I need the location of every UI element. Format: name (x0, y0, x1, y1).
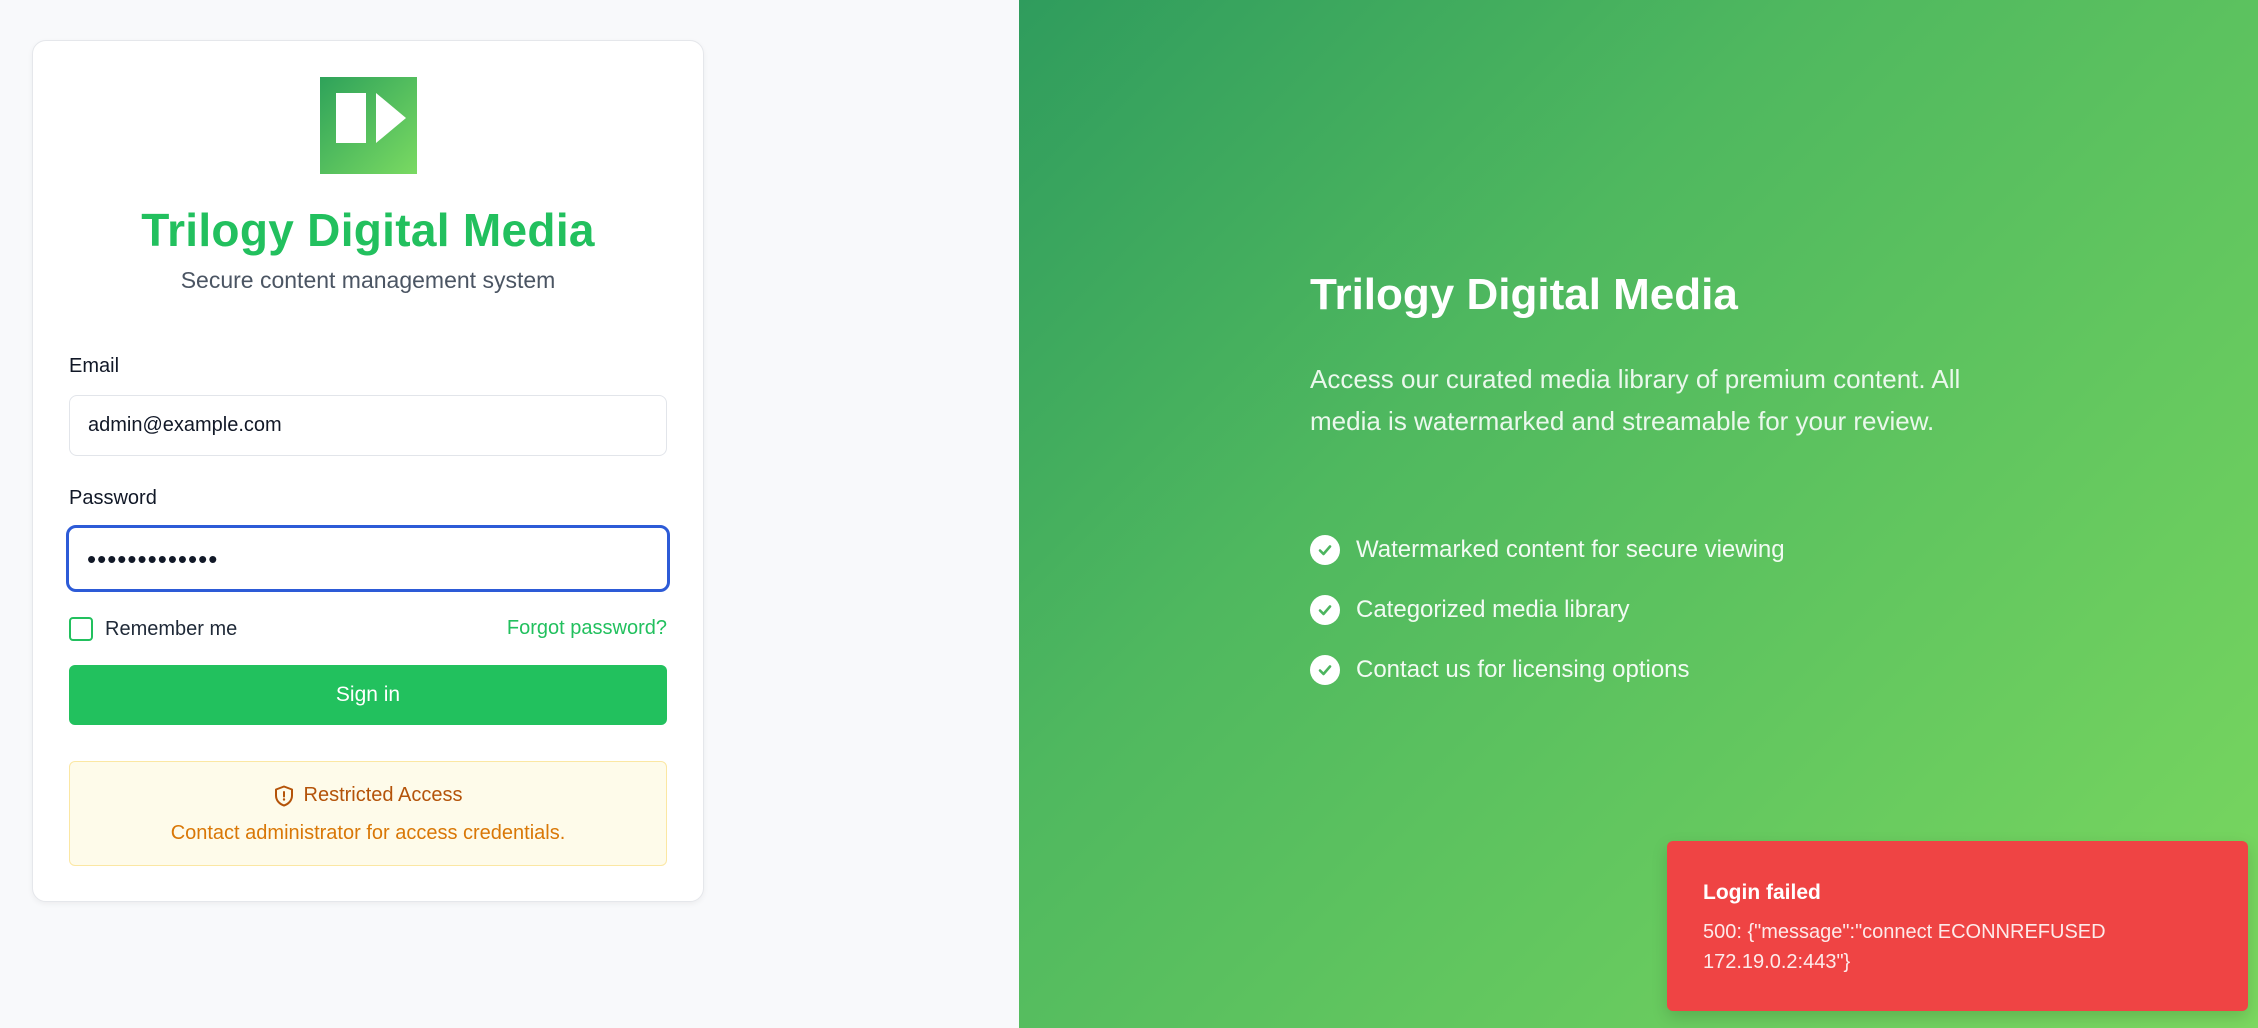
feature-item: Categorized media library (1310, 580, 1785, 640)
password-field[interactable]: ••••••••••••• (66, 525, 670, 592)
notice-title-row: Restricted Access (70, 784, 666, 807)
check-circle-icon (1310, 595, 1340, 625)
feature-text: Categorized media library (1356, 596, 1630, 623)
feature-text: Contact us for licensing options (1356, 656, 1690, 683)
toast-message: 500: {"message":"connect ECONNREFUSED 17… (1703, 921, 2106, 973)
forgot-password-link[interactable]: Forgot password? (507, 617, 667, 640)
remember-me-label: Remember me (105, 617, 238, 640)
notice-text: Contact administrator for access credent… (170, 822, 566, 844)
notice-title: Restricted Access (303, 784, 463, 806)
password-label: Password (69, 487, 157, 509)
brand-title: Trilogy Digital Media (141, 204, 595, 256)
feature-item: Contact us for licensing options (1310, 640, 1785, 700)
hero-title: Trilogy Digital Media (1310, 270, 1738, 319)
restricted-access-notice: Restricted Access Contact administrator … (69, 761, 667, 866)
feature-text: Watermarked content for secure viewing (1356, 536, 1785, 563)
error-toast[interactable]: Login failed 500: {"message":"connect EC… (1667, 841, 2248, 1011)
email-label: Email (69, 355, 120, 377)
logo-bar-shape (336, 93, 366, 143)
shield-alert-icon (274, 785, 293, 806)
toast-title: Login failed (1703, 881, 1821, 904)
remember-me[interactable]: Remember me (69, 615, 237, 643)
sign-in-button[interactable]: Sign in (69, 665, 667, 725)
email-field[interactable]: admin@example.com (69, 395, 667, 456)
check-circle-icon (1310, 535, 1340, 565)
brand-subtitle: Secure content management system (180, 267, 556, 293)
login-panel: Trilogy Digital Media Secure content man… (0, 0, 1019, 1028)
brand-logo-icon (320, 77, 417, 174)
check-circle-icon (1310, 655, 1340, 685)
feature-item: Watermarked content for secure viewing (1310, 520, 1785, 580)
login-card: Trilogy Digital Media Secure content man… (32, 40, 704, 902)
hero-description: Access our curated media library of prem… (1310, 364, 1961, 436)
login-page: Trilogy Digital Media Secure content man… (0, 0, 2258, 1028)
logo-play-shape (376, 93, 406, 143)
remember-me-checkbox[interactable] (69, 617, 93, 641)
feature-list: Watermarked content for secure viewing C… (1310, 520, 1785, 700)
